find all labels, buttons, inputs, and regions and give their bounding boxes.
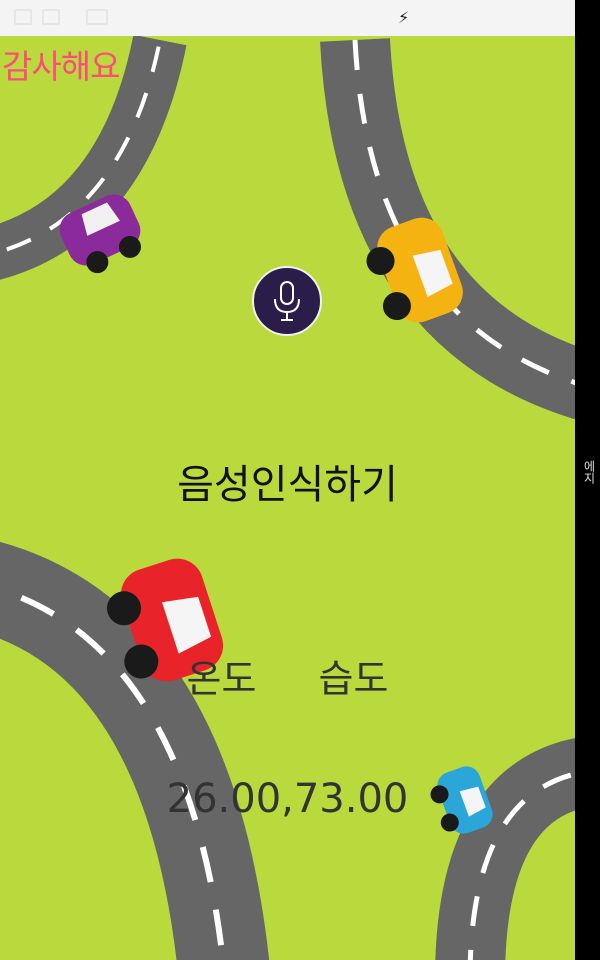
thanks-button[interactable]: 감사해요 [2, 40, 120, 88]
app-screen: ⚡ 감사해요 음성인식하기 온도 습도 26.00,73.00 [0, 0, 575, 960]
notification-icon [14, 9, 32, 25]
status-bar: ⚡ [0, 0, 575, 36]
lightning-icon: ⚡ [398, 8, 410, 27]
notification-icon [86, 9, 108, 25]
notification-icon [42, 9, 60, 25]
humidity-label: 습도 [318, 657, 389, 701]
sensor-labels: 온도 습도 [0, 648, 575, 703]
edge-panel-handle[interactable]: 에지 [578, 460, 598, 484]
sensor-readings: 26.00,73.00 [166, 776, 409, 822]
temperature-label: 온도 [186, 657, 257, 701]
voice-recognition-label: 음성인식하기 [177, 462, 398, 508]
microphone-icon [274, 281, 300, 321]
voice-recognition-button[interactable] [252, 266, 322, 336]
